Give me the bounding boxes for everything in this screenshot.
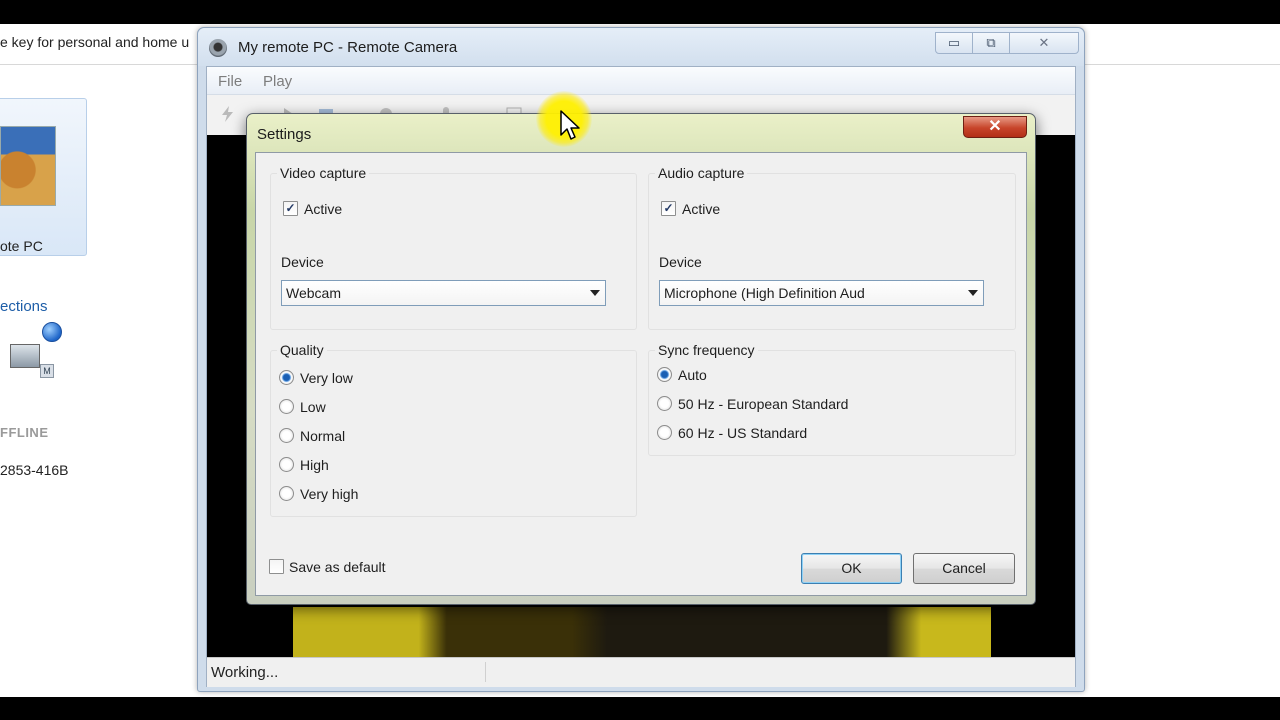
quality-label: Quality [277,342,327,358]
dialog-body: Video capture ✓ Active Device Webcam Aud… [255,152,1027,596]
quality-option-label: Normal [300,428,346,444]
dialog-title: Settings [257,126,312,143]
computer-icon[interactable]: M [10,344,54,378]
audio-active-label: Active [682,201,721,217]
letterbox-top [0,0,1280,24]
divider [1084,64,1280,65]
quality-radio-very-low[interactable] [279,370,294,385]
window-title: My remote PC - Remote Camera [238,39,458,56]
settings-dialog: Settings ✕ Video capture ✓ Active Device… [246,113,1036,605]
audio-capture-group: Audio capture ✓ Active Device Microphone… [648,165,1016,330]
computer-thumbnail-image [0,126,56,206]
divider [0,64,200,65]
sync-option-label: 50 Hz - European Standard [678,396,849,412]
mouse-pointer-icon [560,110,580,140]
audio-capture-label: Audio capture [655,165,748,181]
video-device-label: Device [281,254,324,270]
video-device-select[interactable]: Webcam [281,280,606,306]
background-banner-text: e key for personal and home u [0,34,190,50]
audio-active-checkbox[interactable]: ✓ [661,201,676,216]
quality-radio-normal[interactable] [279,428,294,443]
sync-radio-50hz[interactable] [657,396,672,411]
quality-option-label: High [300,457,329,473]
quality-radio-low[interactable] [279,399,294,414]
computer-tile-label: ote PC [0,238,43,254]
quality-radio-very-high[interactable] [279,486,294,501]
computer-id: 2853-416B [0,462,69,478]
video-active-checkbox[interactable]: ✓ [283,201,298,216]
menu-play[interactable]: Play [263,73,292,90]
status-divider [485,662,486,682]
sync-frequency-group: Sync frequency Auto 50 Hz - European Sta… [648,342,1016,456]
connect-icon[interactable] [219,105,237,123]
video-active-label: Active [304,201,343,217]
quality-option-label: Very low [300,370,353,386]
letterbox-bottom [0,697,1280,720]
video-frame-content [293,607,991,657]
maximize-button[interactable]: ⧉ [972,32,1010,54]
quality-group: Quality Very low Low Normal High Very hi… [270,342,637,517]
close-window-button[interactable]: ✕ [1009,32,1079,54]
connections-link[interactable]: ections [0,298,48,315]
chevron-down-icon [968,290,978,296]
quality-radio-high[interactable] [279,457,294,472]
camera-icon [209,39,227,57]
computer-status: FFLINE [0,425,49,440]
sync-radio-60hz[interactable] [657,425,672,440]
save-as-default-label: Save as default [289,559,386,575]
menu-file[interactable]: File [218,73,242,90]
quality-option-label: Very high [300,486,359,502]
minimize-button[interactable]: ▭ [935,32,973,54]
chevron-down-icon [590,290,600,296]
sync-option-label: Auto [678,367,707,383]
video-capture-label: Video capture [277,165,370,181]
window-titlebar[interactable]: My remote PC - Remote Camera ▭ ⧉ ✕ [198,28,1084,66]
video-device-value: Webcam [286,285,341,301]
menu-bar: File Play [207,67,1075,95]
audio-device-value: Microphone (High Definition Aud [664,285,865,301]
sync-radio-auto[interactable] [657,367,672,382]
video-capture-group: Video capture ✓ Active Device Webcam [270,165,637,330]
sync-frequency-label: Sync frequency [655,342,758,358]
ok-button[interactable]: OK [801,553,902,584]
sync-option-label: 60 Hz - US Standard [678,425,808,441]
quality-option-label: Low [300,399,326,415]
audio-device-select[interactable]: Microphone (High Definition Aud [659,280,984,306]
dialog-close-button[interactable]: ✕ [963,116,1027,138]
audio-device-label: Device [659,254,702,270]
status-text: Working... [211,664,279,681]
status-bar: Working... [207,657,1075,687]
cancel-button[interactable]: Cancel [913,553,1015,584]
save-as-default-checkbox[interactable] [269,559,284,574]
globe-icon [42,322,62,342]
